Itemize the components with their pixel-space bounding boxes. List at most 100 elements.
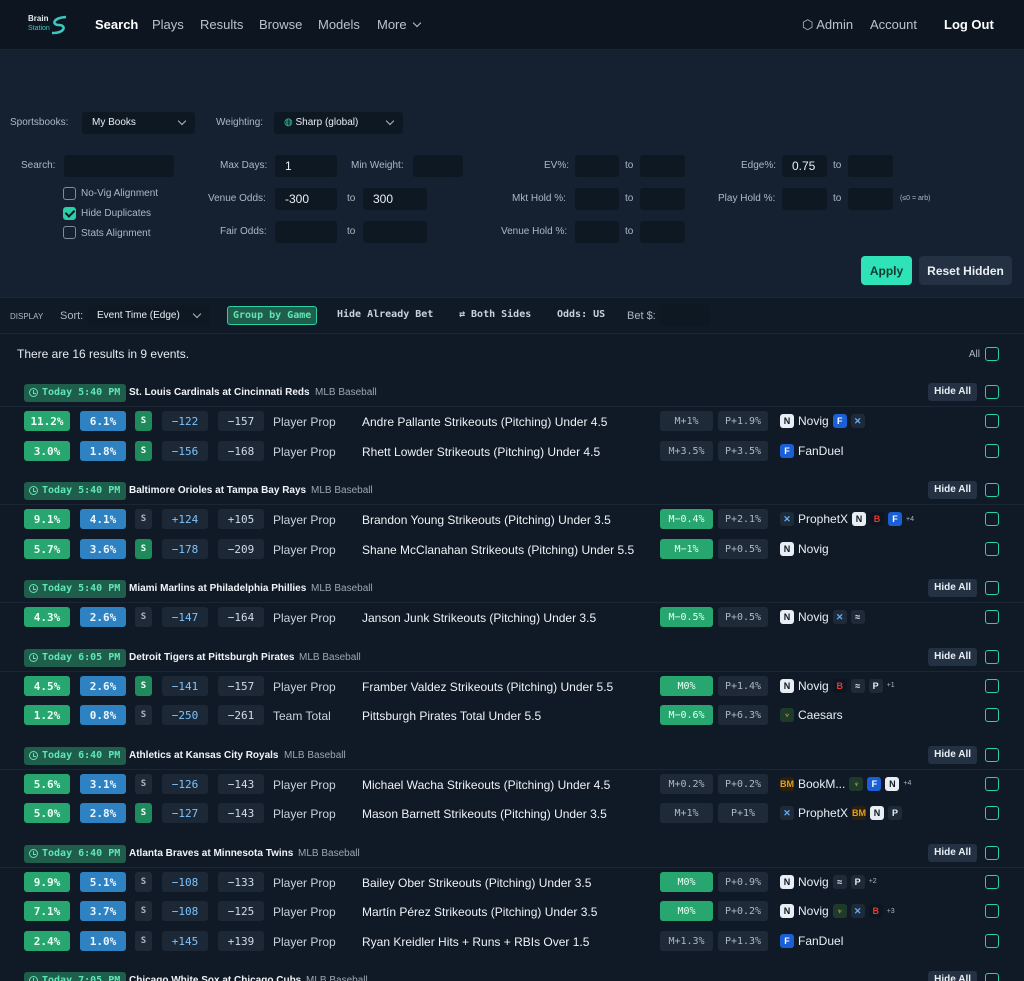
brand-logo[interactable]: Brain Station bbox=[28, 12, 70, 38]
bet-description[interactable]: Rhett Lowder Strikeouts (Pitching) Under… bbox=[362, 445, 600, 459]
hide-duplicates-checkbox[interactable] bbox=[63, 207, 76, 220]
play-hold-min-input[interactable] bbox=[782, 188, 827, 210]
fair-odds-min-input[interactable] bbox=[275, 221, 337, 243]
row-select-checkbox[interactable] bbox=[985, 443, 999, 458]
bet-description[interactable]: Andre Pallante Strikeouts (Pitching) Und… bbox=[362, 415, 607, 429]
result-row[interactable]: 9.1% 4.1% S +124 +105 Player Prop Brando… bbox=[0, 509, 1024, 538]
hide-already-bet-toggle[interactable]: Hide Already Bet bbox=[337, 309, 433, 320]
result-row[interactable]: 5.6% 3.1% S −126 −143 Player Prop Michae… bbox=[0, 773, 1024, 803]
stats-badge[interactable]: S bbox=[135, 871, 152, 892]
game-select-checkbox[interactable] bbox=[985, 483, 999, 497]
result-row[interactable]: 5.7% 3.6% S −178 −209 Player Prop Shane … bbox=[0, 538, 1024, 568]
ev-min-input[interactable] bbox=[575, 155, 619, 177]
sportsbook[interactable]: N Novig ✕ ≈ bbox=[780, 608, 869, 626]
bet-description[interactable]: Martín Pérez Strikeouts (Pitching) Under… bbox=[362, 905, 597, 919]
bet-description[interactable]: Michael Wacha Strikeouts (Pitching) Unde… bbox=[362, 778, 610, 792]
bet-description[interactable]: Brandon Young Strikeouts (Pitching) Unde… bbox=[362, 513, 611, 527]
result-row[interactable]: 9.9% 5.1% S −108 −133 Player Prop Bailey… bbox=[0, 871, 1024, 901]
edge-max-input[interactable] bbox=[848, 155, 893, 177]
nav-admin[interactable]: ⬡ Admin bbox=[802, 17, 853, 33]
sportsbook[interactable]: F FanDuel bbox=[780, 932, 847, 950]
result-row[interactable]: 1.2% 0.8% S −250 −261 Team Total Pittsbu… bbox=[0, 705, 1024, 734]
bet-amount-input[interactable] bbox=[660, 304, 710, 326]
mkt-hold-max-input[interactable] bbox=[640, 188, 685, 210]
row-select-checkbox[interactable] bbox=[985, 541, 999, 556]
stats-badge[interactable]: S bbox=[135, 705, 152, 725]
stats-badge[interactable]: S bbox=[135, 901, 152, 921]
stats-badge[interactable]: S bbox=[135, 509, 152, 529]
result-row[interactable]: 5.0% 2.8% S −127 −143 Player Prop Mason … bbox=[0, 803, 1024, 832]
bet-description[interactable]: Shane McClanahan Strikeouts (Pitching) U… bbox=[362, 543, 634, 557]
hide-all-button[interactable]: Hide All bbox=[928, 579, 977, 597]
ev-max-input[interactable] bbox=[640, 155, 685, 177]
venue-hold-min-input[interactable] bbox=[575, 221, 619, 243]
row-select-checkbox[interactable] bbox=[985, 806, 999, 820]
result-row[interactable]: 3.0% 1.8% S −156 −168 Player Prop Rhett … bbox=[0, 440, 1024, 470]
result-row[interactable]: 7.1% 3.7% S −108 −125 Player Prop Martín… bbox=[0, 901, 1024, 930]
stats-badge[interactable]: S bbox=[135, 773, 152, 794]
hide-all-button[interactable]: Hide All bbox=[928, 481, 977, 499]
game-select-checkbox[interactable] bbox=[985, 649, 999, 664]
hide-all-button[interactable]: Hide All bbox=[928, 383, 977, 401]
nav-logout[interactable]: Log Out bbox=[944, 17, 994, 32]
game-select-checkbox[interactable] bbox=[985, 973, 999, 981]
reset-hidden-button[interactable]: Reset Hidden bbox=[919, 256, 1012, 285]
fair-odds-max-input[interactable] bbox=[363, 221, 427, 243]
apply-button[interactable]: Apply bbox=[861, 256, 912, 285]
result-row[interactable]: 2.4% 1.0% S +145 +139 Player Prop Ryan K… bbox=[0, 930, 1024, 960]
row-select-checkbox[interactable] bbox=[985, 776, 999, 791]
max-days-input[interactable]: 1 bbox=[275, 155, 337, 177]
nav-search[interactable]: Search bbox=[95, 17, 138, 32]
nav-plays[interactable]: Plays bbox=[152, 17, 184, 32]
select-all-checkbox[interactable] bbox=[985, 347, 999, 361]
sportsbook[interactable]: N Novig ♆ ✕ B +3 bbox=[780, 902, 895, 920]
sportsbook[interactable]: N Novig F ✕ bbox=[780, 412, 869, 430]
venue-odds-min-input[interactable]: -300 bbox=[275, 188, 337, 210]
row-select-checkbox[interactable] bbox=[985, 678, 999, 693]
stats-badge[interactable]: S bbox=[135, 607, 152, 627]
sportsbook[interactable]: N Novig B ≈ P +1 bbox=[780, 677, 895, 695]
stats-alignment-checkbox[interactable] bbox=[63, 226, 76, 239]
venue-odds-max-input[interactable]: 300 bbox=[363, 188, 427, 210]
row-select-checkbox[interactable] bbox=[985, 512, 999, 526]
nav-browse[interactable]: Browse bbox=[259, 17, 302, 32]
row-select-checkbox[interactable] bbox=[985, 904, 999, 918]
stats-badge[interactable]: S bbox=[135, 803, 152, 823]
stats-badge[interactable]: S bbox=[135, 411, 152, 431]
group-by-game-toggle[interactable]: Group by Game bbox=[227, 306, 318, 325]
bet-description[interactable]: Framber Valdez Strikeouts (Pitching) Und… bbox=[362, 680, 613, 694]
bet-description[interactable]: Ryan Kreidler Hits + Runs + RBIs Over 1.… bbox=[362, 935, 589, 949]
row-select-checkbox[interactable] bbox=[985, 933, 999, 948]
sort-select[interactable]: Event Time (Edge) bbox=[87, 305, 210, 327]
stats-badge[interactable]: S bbox=[135, 675, 152, 696]
weighting-select[interactable]: ◍ Sharp (global) bbox=[274, 112, 403, 134]
sportsbook[interactable]: N Novig bbox=[780, 540, 833, 558]
play-hold-max-input[interactable] bbox=[848, 188, 893, 210]
sportsbook[interactable]: F FanDuel bbox=[780, 442, 847, 460]
sportsbook[interactable]: ♆ Caesars bbox=[780, 706, 847, 724]
both-sides-toggle[interactable]: ⇄ Both Sides bbox=[459, 309, 531, 320]
venue-hold-max-input[interactable] bbox=[640, 221, 685, 243]
mkt-hold-min-input[interactable] bbox=[575, 188, 619, 210]
row-select-checkbox[interactable] bbox=[985, 708, 999, 722]
game-select-checkbox[interactable] bbox=[985, 845, 999, 860]
nav-models[interactable]: Models bbox=[318, 17, 360, 32]
sportsbook[interactable]: BM BookM... ♆ F N +4 bbox=[780, 775, 911, 793]
novig-checkbox[interactable] bbox=[63, 187, 76, 200]
nav-results[interactable]: Results bbox=[200, 17, 243, 32]
result-row[interactable]: 4.5% 2.6% S −141 −157 Player Prop Frambe… bbox=[0, 675, 1024, 705]
sportsbook[interactable]: ✕ ProphetX NBF +4 bbox=[780, 510, 914, 528]
nav-account[interactable]: Account bbox=[870, 17, 917, 32]
sportsbook[interactable]: ✕ ProphetX BM N P bbox=[780, 804, 906, 822]
nav-more[interactable]: More bbox=[377, 17, 422, 32]
game-select-checkbox[interactable] bbox=[985, 581, 999, 595]
search-input[interactable] bbox=[64, 155, 174, 177]
min-weight-input[interactable] bbox=[413, 155, 463, 177]
row-select-checkbox[interactable] bbox=[985, 414, 999, 428]
result-row[interactable]: 4.3% 2.6% S −147 −164 Player Prop Janson… bbox=[0, 607, 1024, 636]
bet-description[interactable]: Pittsburgh Pirates Total Under 5.5 bbox=[362, 709, 541, 723]
hide-all-button[interactable]: Hide All bbox=[928, 647, 977, 666]
result-row[interactable]: 11.2% 6.1% S −122 −157 Player Prop Andre… bbox=[0, 411, 1024, 440]
hide-all-button[interactable]: Hide All bbox=[928, 971, 977, 981]
game-select-checkbox[interactable] bbox=[985, 747, 999, 762]
